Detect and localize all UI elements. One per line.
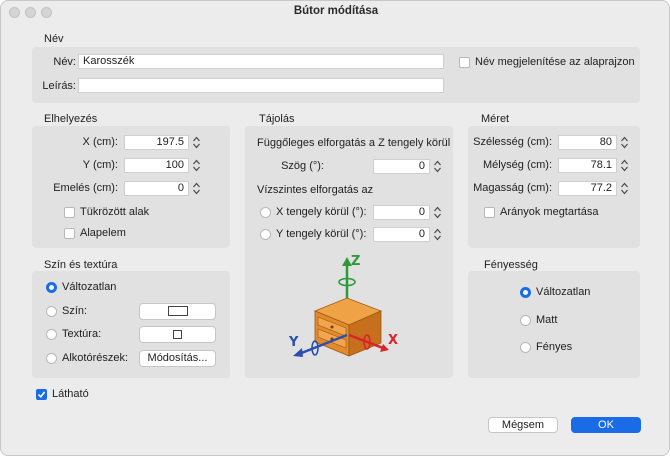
- depth-field[interactable]: 78.1: [558, 158, 617, 173]
- zoom-window-button[interactable]: [41, 7, 52, 18]
- y-spinner[interactable]: [192, 158, 201, 173]
- cabinet-icon: [313, 297, 383, 357]
- show-name-label: Név megjelenítése az alaprajzon: [475, 56, 635, 68]
- vertical-rotation-label: Függőleges elforgatás a Z tengely körül: [257, 137, 451, 149]
- mirror-checkbox[interactable]: [64, 207, 75, 218]
- shiny-label: Fényes: [536, 341, 573, 353]
- texture-label: Textúra:: [62, 328, 102, 340]
- placement-group: X (cm): 197.5 Y (cm): 100 Emelés (cm): 0…: [32, 126, 230, 248]
- depth-label: Mélység (cm):: [482, 159, 552, 171]
- keep-ratio-checkbox[interactable]: [484, 207, 495, 218]
- angle-label: Szög (°):: [281, 160, 324, 172]
- title-bar: Bútor módítása: [1, 1, 669, 23]
- y-axis-spinner[interactable]: [433, 227, 442, 242]
- texture-swatch-icon: [173, 330, 182, 339]
- matt-radio[interactable]: [520, 315, 531, 326]
- description-label: Leírás:: [42, 80, 76, 92]
- placement-group-title: Elhelyezés: [44, 113, 98, 125]
- x-label: X (cm):: [82, 136, 118, 148]
- width-spinner[interactable]: [620, 135, 629, 150]
- name-field[interactable]: Karosszék: [78, 54, 444, 69]
- brightness-group-title: Fényesség: [484, 259, 538, 271]
- elevation-label: Emelés (cm):: [53, 182, 118, 194]
- y-label: Y (cm):: [82, 159, 118, 171]
- z-axis-icon: Z: [338, 254, 360, 303]
- color-texture-group: Változatlan Szín: Textúra: Alkotórészek:…: [32, 271, 230, 378]
- unchanged-brightness-label: Változatlan: [536, 286, 591, 298]
- orientation-group: Függőleges elforgatás a Z tengely körül …: [245, 126, 453, 378]
- x-axis-radio[interactable]: [260, 207, 271, 218]
- color-button[interactable]: [139, 303, 216, 320]
- color-label: Szín:: [62, 305, 88, 317]
- name-group-title: Név: [44, 33, 64, 45]
- width-field[interactable]: 80: [558, 135, 617, 150]
- y-axis-letter: Y: [288, 335, 299, 350]
- width-label: Szélesség (cm):: [473, 136, 552, 148]
- y-axis-label: Y tengely körül (°):: [276, 228, 367, 240]
- cancel-button[interactable]: Mégsem: [488, 417, 558, 433]
- x-spinner[interactable]: [192, 135, 201, 150]
- angle-field[interactable]: 0: [373, 159, 430, 174]
- window-title: Bútor módítása: [293, 5, 379, 17]
- texture-button[interactable]: [139, 326, 216, 343]
- matt-label: Matt: [536, 314, 558, 326]
- orientation-group-title: Tájolás: [259, 113, 295, 125]
- unchanged-color-radio[interactable]: [46, 282, 57, 293]
- description-field[interactable]: [78, 78, 444, 93]
- name-label: Név:: [53, 56, 76, 68]
- x-axis-field[interactable]: 0: [373, 205, 430, 220]
- x-axis-letter: X: [388, 333, 398, 348]
- color-texture-group-title: Szín és textúra: [44, 259, 118, 271]
- orientation-preview[interactable]: Z X Y: [285, 251, 415, 366]
- mirror-label: Tükrözött alak: [80, 206, 150, 218]
- size-group-title: Méret: [481, 113, 510, 125]
- elevation-spinner[interactable]: [192, 181, 201, 196]
- depth-spinner[interactable]: [620, 158, 629, 173]
- parts-radio[interactable]: [46, 353, 57, 364]
- x-axis-label: X tengely körül (°):: [276, 206, 367, 218]
- checkmark-icon: [37, 391, 46, 398]
- angle-spinner[interactable]: [433, 159, 442, 174]
- base-element-checkbox[interactable]: [64, 228, 75, 239]
- name-group: Név: Karosszék Leírás: Név megjelenítése…: [32, 47, 640, 103]
- ok-button[interactable]: OK: [571, 417, 641, 433]
- y-field[interactable]: 100: [124, 158, 189, 173]
- color-swatch-icon: [167, 306, 188, 316]
- height-spinner[interactable]: [620, 181, 629, 196]
- show-name-checkbox[interactable]: [459, 57, 470, 68]
- close-window-button[interactable]: [9, 7, 20, 18]
- x-field[interactable]: 197.5: [124, 135, 189, 150]
- elevation-field[interactable]: 0: [124, 181, 189, 196]
- parts-label: Alkotórészek:: [62, 352, 129, 364]
- dialog-window: Bútor módítása Név Név: Karosszék Leírás…: [0, 0, 670, 456]
- color-radio[interactable]: [46, 306, 57, 317]
- y-axis-field[interactable]: 0: [373, 227, 430, 242]
- z-axis-label: Z: [351, 254, 360, 269]
- base-element-label: Alapelem: [80, 227, 126, 239]
- visible-label: Látható: [52, 388, 89, 400]
- unchanged-color-label: Változatlan: [62, 281, 117, 293]
- modify-parts-button[interactable]: Módosítás...: [139, 350, 216, 367]
- minimize-window-button[interactable]: [25, 7, 36, 18]
- height-field[interactable]: 77.2: [558, 181, 617, 196]
- horizontal-rotation-label: Vízszintes elforgatás az: [257, 184, 374, 196]
- unchanged-brightness-radio[interactable]: [520, 287, 531, 298]
- height-label: Magasság (cm):: [473, 182, 552, 194]
- brightness-group: Változatlan Matt Fényes: [468, 271, 640, 378]
- visible-checkbox[interactable]: [36, 389, 47, 400]
- y-axis-radio[interactable]: [260, 229, 271, 240]
- keep-ratio-label: Arányok megtartása: [500, 206, 599, 218]
- texture-radio[interactable]: [46, 329, 57, 340]
- x-axis-spinner[interactable]: [433, 205, 442, 220]
- shiny-radio[interactable]: [520, 342, 531, 353]
- size-group: Szélesség (cm): 80 Mélység (cm): 78.1 Ma…: [468, 126, 640, 248]
